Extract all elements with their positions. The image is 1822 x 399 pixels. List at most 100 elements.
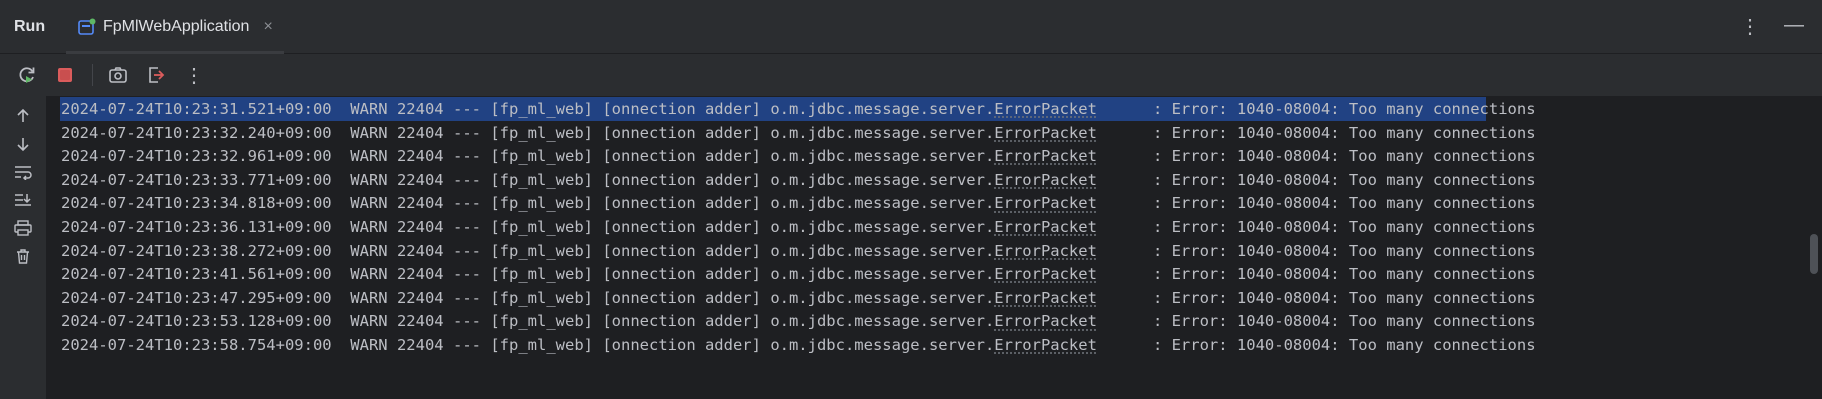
run-tool-window-title[interactable]: Run (14, 18, 45, 36)
rerun-icon (19, 67, 35, 83)
log-pid: 22404 (396, 123, 444, 142)
log-message: : Error: 1040-08004: Too many connection… (1152, 100, 1536, 118)
log-logger-class[interactable]: ErrorPacket (994, 100, 1097, 118)
log-app-name: [fp_ml_web] (490, 241, 593, 260)
log-package: o.m.jdbc.message.server. (770, 265, 995, 284)
log-message: : Error: 1040-08004: Too many connection… (1152, 265, 1536, 284)
log-logger-class[interactable]: ErrorPacket (994, 312, 1097, 330)
log-text: 2024-07-24T10:23:47.295+09:00 WARN 22404… (61, 289, 1536, 307)
log-pid: 22404 (396, 241, 444, 260)
log-line[interactable]: 2024-07-24T10:23:32.961+09:00 WARN 22404… (46, 143, 1646, 169)
log-pid: 22404 (396, 100, 444, 118)
log-package: o.m.jdbc.message.server. (770, 123, 995, 142)
tab-title: FpMlWebApplication (103, 18, 250, 35)
log-text: 2024-07-24T10:23:58.754+09:00 WARN 22404… (61, 336, 1536, 354)
log-logger-class[interactable]: ErrorPacket (994, 218, 1097, 236)
log-timestamp: 2024-07-24T10:23:33.771+09:00 (61, 170, 332, 189)
soft-wrap-button[interactable] (0, 158, 46, 186)
log-logger-class[interactable]: ErrorPacket (994, 124, 1097, 142)
console-output[interactable]: 2024-07-24T10:23:31.521+09:00 WARN 22404… (46, 96, 1822, 399)
run-configuration-icon (78, 18, 96, 36)
log-separator: --- (452, 218, 481, 236)
log-message: : Error: 1040-08004: Too many connection… (1152, 312, 1536, 331)
clear-all-button[interactable] (0, 242, 46, 270)
log-level: WARN (350, 288, 388, 307)
log-separator: --- (452, 265, 481, 284)
log-text: 2024-07-24T10:23:34.818+09:00 WARN 22404… (61, 194, 1536, 212)
log-line[interactable]: 2024-07-24T10:23:41.561+09:00 WARN 22404… (46, 261, 1646, 287)
log-message: : Error: 1040-08004: Too many connection… (1152, 123, 1536, 142)
log-logger-class[interactable]: ErrorPacket (994, 147, 1097, 165)
log-text: 2024-07-24T10:23:32.961+09:00 WARN 22404… (61, 147, 1536, 165)
log-line[interactable]: 2024-07-24T10:23:38.272+09:00 WARN 22404… (46, 238, 1646, 264)
log-pid: 22404 (396, 170, 444, 189)
screenshot-button[interactable] (105, 62, 131, 88)
log-timestamp: 2024-07-24T10:23:41.561+09:00 (61, 265, 332, 284)
log-separator: --- (452, 194, 481, 213)
log-line[interactable]: 2024-07-24T10:23:34.818+09:00 WARN 22404… (46, 190, 1646, 216)
log-logger-class[interactable]: ErrorPacket (994, 242, 1097, 260)
print-button[interactable] (0, 214, 46, 242)
log-line[interactable]: 2024-07-24T10:23:47.295+09:00 WARN 22404… (46, 285, 1646, 311)
log-app-name: [fp_ml_web] (490, 312, 593, 331)
log-message: : Error: 1040-08004: Too many connection… (1152, 336, 1536, 354)
log-text: 2024-07-24T10:23:41.561+09:00 WARN 22404… (61, 265, 1536, 283)
log-timestamp: 2024-07-24T10:23:32.961+09:00 (61, 147, 332, 166)
log-timestamp: 2024-07-24T10:23:58.754+09:00 (61, 336, 332, 354)
log-separator: --- (452, 100, 481, 118)
log-timestamp: 2024-07-24T10:23:38.272+09:00 (61, 241, 332, 260)
log-thread: [onnection adder] (602, 194, 761, 213)
more-options-icon[interactable]: ⋮ (1740, 14, 1760, 39)
log-logger-class[interactable]: ErrorPacket (994, 289, 1097, 307)
log-logger-class[interactable]: ErrorPacket (994, 336, 1097, 354)
print-icon (14, 220, 32, 236)
more-toolbar-actions[interactable]: ⋮ (181, 62, 207, 88)
log-separator: --- (452, 241, 481, 260)
arrow-down-icon (17, 138, 29, 152)
log-text: 2024-07-24T10:23:32.240+09:00 WARN 22404… (61, 124, 1536, 142)
log-logger-class[interactable]: ErrorPacket (994, 194, 1097, 212)
log-line[interactable]: 2024-07-24T10:23:33.771+09:00 WARN 22404… (46, 167, 1646, 193)
scroll-up-button[interactable] (0, 102, 46, 130)
log-separator: --- (452, 336, 481, 354)
rerun-button[interactable] (14, 62, 40, 88)
log-line[interactable]: 2024-07-24T10:23:36.131+09:00 WARN 22404… (46, 214, 1646, 240)
log-text: 2024-07-24T10:23:31.521+09:00 WARN 22404… (61, 100, 1536, 118)
log-line[interactable]: 2024-07-24T10:23:32.240+09:00 WARN 22404… (46, 120, 1646, 146)
log-line[interactable]: 2024-07-24T10:23:53.128+09:00 WARN 22404… (46, 308, 1646, 334)
log-message: : Error: 1040-08004: Too many connection… (1152, 288, 1536, 307)
exit-icon (149, 67, 165, 83)
toolbar-separator (92, 64, 93, 86)
log-logger-class[interactable]: ErrorPacket (994, 171, 1097, 189)
log-logger-class[interactable]: ErrorPacket (994, 265, 1097, 283)
log-package: o.m.jdbc.message.server. (770, 194, 995, 213)
log-line[interactable]: 2024-07-24T10:23:31.521+09:00 WARN 22404… (46, 96, 1646, 122)
log-app-name: [fp_ml_web] (490, 288, 593, 307)
stop-button[interactable] (52, 62, 78, 88)
log-pid: 22404 (396, 312, 444, 331)
log-thread: [onnection adder] (602, 123, 761, 142)
exit-button[interactable] (143, 62, 169, 88)
minimize-icon[interactable]: — (1784, 14, 1804, 39)
tab-fpmlwebapplication[interactable]: FpMlWebApplication × (66, 0, 284, 54)
log-line[interactable]: 2024-07-24T10:23:58.754+09:00 WARN 22404… (46, 332, 1646, 358)
log-timestamp: 2024-07-24T10:23:32.240+09:00 (61, 123, 332, 142)
log-app-name: [fp_ml_web] (490, 265, 593, 284)
log-timestamp: 2024-07-24T10:23:31.521+09:00 (61, 100, 332, 118)
console-scrollbar[interactable] (1808, 96, 1822, 399)
log-package: o.m.jdbc.message.server. (770, 218, 995, 236)
log-package: o.m.jdbc.message.server. (770, 288, 995, 307)
log-level: WARN (350, 218, 388, 236)
stop-icon (58, 68, 72, 82)
scroll-to-end-button[interactable] (0, 186, 46, 214)
log-app-name: [fp_ml_web] (490, 336, 593, 354)
log-level: WARN (350, 241, 388, 260)
log-package: o.m.jdbc.message.server. (770, 312, 995, 331)
log-package: o.m.jdbc.message.server. (770, 241, 995, 260)
scroll-down-button[interactable] (0, 130, 46, 158)
log-message: : Error: 1040-08004: Too many connection… (1152, 170, 1536, 189)
close-icon[interactable]: × (263, 18, 272, 36)
log-separator: --- (452, 147, 481, 166)
scrollbar-thumb[interactable] (1810, 234, 1818, 274)
log-separator: --- (452, 123, 481, 142)
